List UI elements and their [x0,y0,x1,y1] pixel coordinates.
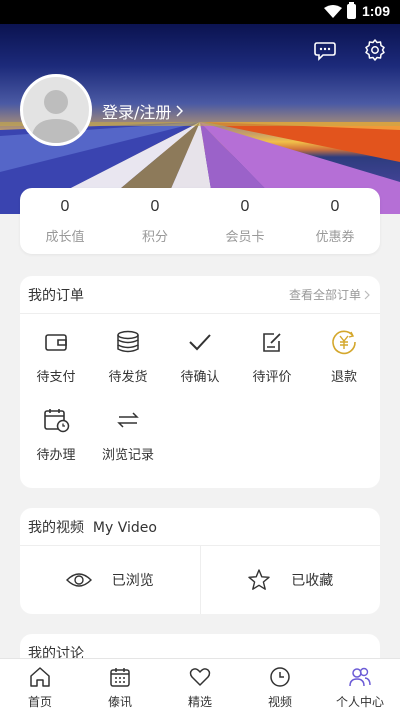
order-pending-shipment[interactable]: 待发货 [92,328,164,406]
chevron-right-icon [364,290,370,299]
eye-icon [65,573,92,587]
video-title: 我的视频 My Video [28,519,157,536]
chevron-right-icon [176,105,184,117]
order-item-label: 待支付 [36,370,76,385]
stats-card: 0 成长值 0 积分 0 会员卡 0 优惠券 [20,188,380,254]
order-pending-process[interactable]: 待办理 [20,406,92,484]
login-register-link[interactable]: 登录/注册 [102,99,184,123]
stat-value: 0 [330,198,340,215]
orders-grid: 待支付 待发货 待确认 待评价 退款 待办理 浏览记录 [20,314,380,484]
order-item-label: 待确认 [180,370,220,385]
order-item-label: 待办理 [36,448,76,463]
video-item-label: 已浏览 [111,573,154,589]
calendar-clock-icon [44,409,70,433]
stat-label: 会员卡 [225,230,265,245]
view-all-orders-link[interactable]: 查看全部订单 [289,286,370,303]
order-pending-review[interactable]: 待评价 [236,328,308,406]
tab-label: 首页 [27,695,52,709]
stat-coupons[interactable]: 0 优惠券 [290,188,380,254]
wallet-icon [45,334,67,351]
order-item-label: 浏览记录 [101,448,154,463]
stat-value: 0 [150,198,160,215]
clock-icon [270,667,290,687]
coins-stack-icon [117,330,139,353]
orders-title: 我的订单 [28,287,84,304]
checkmark-icon [189,334,211,351]
bottom-tab-bar: 首页 傣讯 精选 视频 个人中心 [0,658,400,710]
tab-profile[interactable]: 个人中心 [320,659,400,710]
video-card: 我的视频 My Video 已浏览 已收藏 [20,508,380,614]
view-all-orders-label: 查看全部订单 [288,288,361,302]
order-item-label: 待评价 [252,370,292,385]
default-user-icon [31,90,81,143]
stat-points[interactable]: 0 积分 [110,188,200,254]
star-icon [248,569,270,590]
stat-member-card[interactable]: 0 会员卡 [200,188,290,254]
status-time: 1:09 [361,3,390,19]
stat-label: 成长值 [45,230,85,245]
order-item-label: 退款 [330,370,357,385]
order-pending-confirm[interactable]: 待确认 [164,328,236,406]
tab-label: 傣讯 [107,695,132,709]
battery-icon [347,2,356,19]
video-item-label: 已收藏 [291,573,334,589]
video-row: 已浏览 已收藏 [20,546,380,614]
video-header: 我的视频 My Video [20,508,380,546]
tab-home[interactable]: 首页 [0,659,80,710]
stat-value: 0 [240,198,250,215]
profile-banner: 登录/注册 [0,24,400,214]
login-register-label: 登录/注册 [102,103,172,122]
order-browse-history[interactable]: 浏览记录 [92,406,164,484]
tab-video[interactable]: 视频 [240,659,320,710]
wifi-icon [324,5,342,18]
tab-label: 精选 [187,695,212,709]
orders-card: 我的订单 查看全部订单 待支付 待发货 待确认 待评价 退款 待办理 浏览记录 [20,276,380,488]
settings-gear-icon[interactable] [363,38,387,62]
video-viewed[interactable]: 已浏览 [20,546,200,614]
edit-note-icon [263,333,281,352]
people-icon [349,667,371,687]
heart-icon [189,668,211,686]
tab-featured[interactable]: 精选 [160,659,240,710]
order-item-label: 待发货 [108,370,148,385]
calendar-grid-icon [110,668,130,687]
stat-value: 0 [60,198,70,215]
orders-header: 我的订单 查看全部订单 [20,276,380,314]
stat-label: 积分 [141,230,168,245]
order-pending-payment[interactable]: 待支付 [20,328,92,406]
home-icon [30,667,50,687]
tab-news[interactable]: 傣讯 [80,659,160,710]
order-refund[interactable]: 退款 [308,328,380,406]
message-icon[interactable] [313,38,337,62]
status-bar: 1:09 [0,0,400,24]
yen-refund-icon [332,330,356,355]
avatar[interactable] [20,74,92,146]
swap-arrows-icon [117,412,139,428]
tab-label: 视频 [267,695,292,709]
tab-label: 个人中心 [335,695,384,709]
stat-growth[interactable]: 0 成长值 [20,188,110,254]
stat-label: 优惠券 [315,230,355,245]
video-favorited[interactable]: 已收藏 [199,546,381,614]
